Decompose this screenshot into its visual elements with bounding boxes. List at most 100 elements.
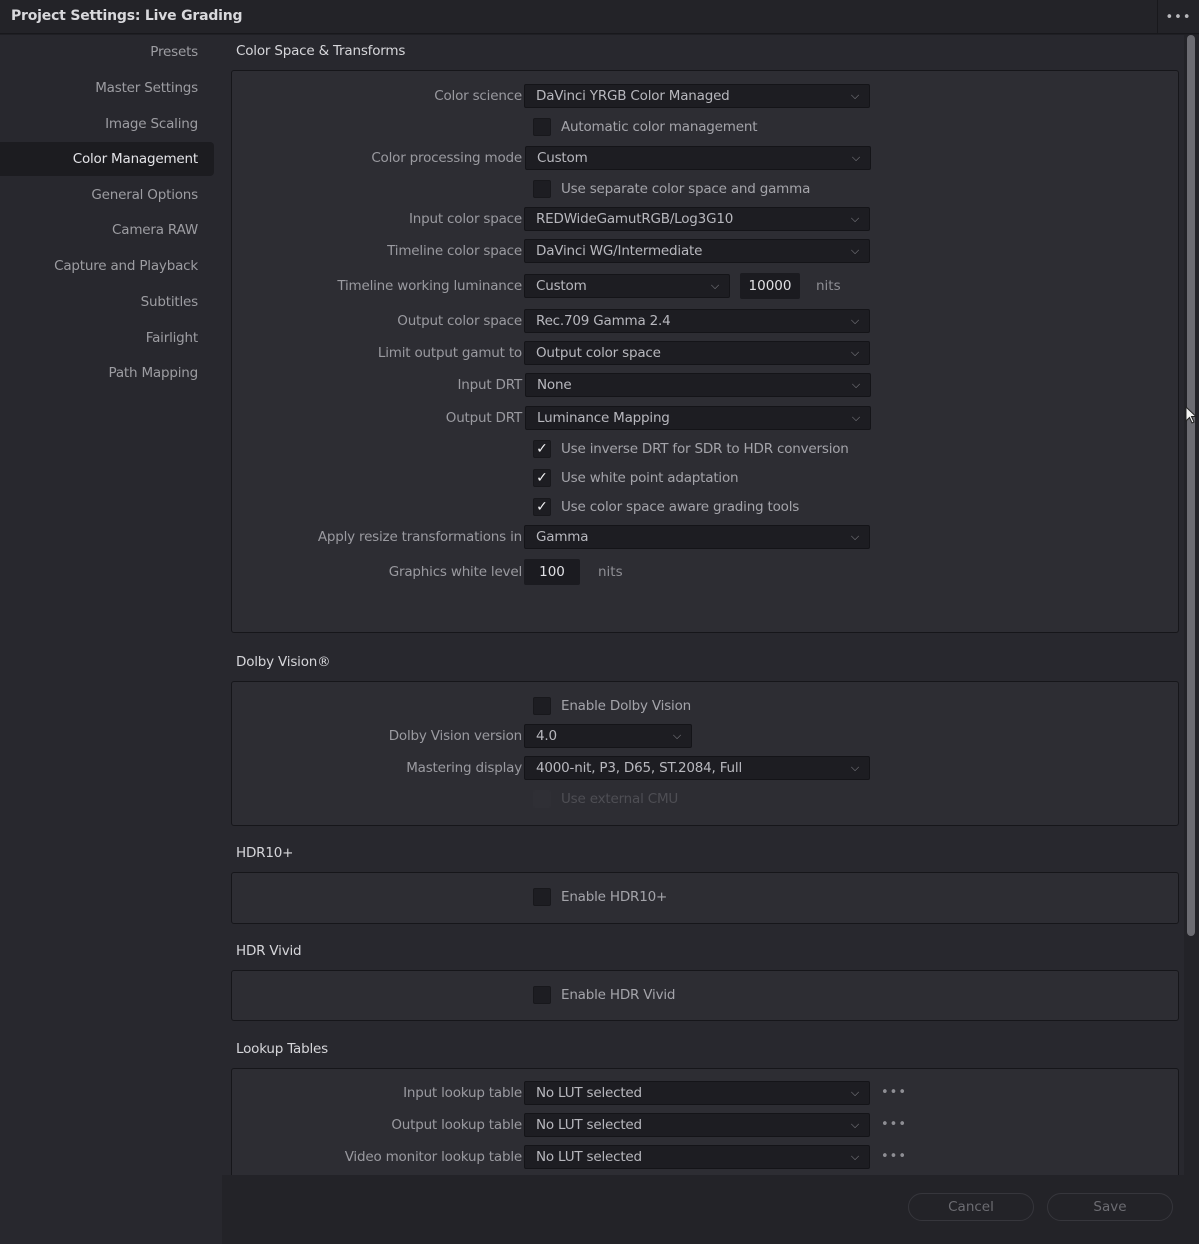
title-bar: Project Settings: Live Grading ••• — [0, 0, 1199, 34]
sidebar-item-color-management[interactable]: Color Management — [0, 142, 214, 176]
checkmark-icon: ✓ — [536, 470, 548, 486]
section-title-hdr-vivid: HDR Vivid — [236, 943, 302, 959]
output-color-space-value: Rec.709 Gamma 2.4 — [536, 313, 671, 329]
ellipsis-icon: ••• — [881, 1085, 908, 1100]
sidebar-item-general-options[interactable]: General Options — [0, 178, 214, 212]
sidebar-item-subtitles[interactable]: Subtitles — [0, 285, 214, 319]
timeline-luminance-dropdown[interactable]: Custom ⌵ — [524, 274, 730, 298]
resize-transform-dropdown[interactable]: Gamma ⌵ — [524, 525, 870, 549]
timeline-luminance-value: Custom — [536, 278, 587, 294]
sidebar-item-path-mapping[interactable]: Path Mapping — [0, 356, 214, 390]
color-space-panel: Color science DaVinci YRGB Color Managed… — [231, 70, 1179, 633]
sidebar-item-capture-playback[interactable]: Capture and Playback — [0, 249, 214, 283]
chevron-down-icon: ⌵ — [850, 1150, 859, 1163]
checkbox-label: Enable HDR Vivid — [561, 987, 676, 1003]
input-drt-value: None — [537, 377, 572, 393]
sidebar-item-image-scaling[interactable]: Image Scaling — [0, 107, 214, 141]
chevron-down-icon: ⌵ — [850, 346, 859, 359]
section-title-lookup-tables: Lookup Tables — [236, 1041, 328, 1057]
output-color-space-dropdown[interactable]: Rec.709 Gamma 2.4 ⌵ — [524, 309, 870, 333]
separate-space-gamma-checkbox[interactable]: Use separate color space and gamma — [533, 179, 810, 199]
checkbox-label: Automatic color management — [561, 119, 758, 135]
mouse-pointer-icon — [1185, 406, 1197, 424]
aware-grading-tools-checkbox[interactable]: ✓ Use color space aware grading tools — [533, 497, 799, 517]
dolby-version-label: Dolby Vision version — [388, 728, 522, 744]
sidebar-item-master-settings[interactable]: Master Settings — [0, 71, 214, 105]
lookup-tables-panel: Input lookup table No LUT selected ⌵ •••… — [231, 1068, 1179, 1175]
sidebar-item-fairlight[interactable]: Fairlight — [0, 321, 214, 355]
graphics-white-label: Graphics white level — [388, 564, 522, 580]
color-science-dropdown[interactable]: DaVinci YRGB Color Managed ⌵ — [524, 84, 870, 108]
output-drt-label: Output DRT — [445, 410, 522, 426]
chevron-down-icon: ⌵ — [850, 1118, 859, 1131]
settings-content: Color Space & Transforms Color science D… — [222, 35, 1184, 1175]
external-cmu-checkbox: Use external CMU — [533, 789, 678, 809]
processing-mode-dropdown[interactable]: Custom ⌵ — [525, 146, 871, 170]
checkbox-box — [533, 888, 551, 906]
checkbox-label: Use white point adaptation — [561, 470, 739, 486]
scrollbar-thumb[interactable] — [1187, 35, 1195, 936]
input-drt-dropdown[interactable]: None ⌵ — [525, 373, 871, 397]
timeline-color-space-label: Timeline color space — [387, 243, 522, 259]
checkmark-icon: ✓ — [536, 441, 548, 457]
output-color-space-label: Output color space — [397, 313, 522, 329]
ellipsis-icon: ••• — [881, 1149, 908, 1164]
input-lut-more-button[interactable]: ••• — [881, 1085, 907, 1100]
nits-unit-label: nits — [816, 278, 841, 294]
timeline-luminance-label: Timeline working luminance — [337, 278, 522, 294]
dolby-vision-panel: Enable Dolby Vision Dolby Vision version… — [231, 681, 1179, 826]
monitor-lut-dropdown[interactable]: No LUT selected ⌵ — [524, 1145, 870, 1169]
checkbox-box: ✓ — [533, 498, 551, 516]
input-lut-label: Input lookup table — [403, 1085, 522, 1101]
checkbox-box — [533, 790, 551, 808]
automatic-color-management-checkbox[interactable]: Automatic color management — [533, 117, 757, 137]
processing-mode-value: Custom — [537, 150, 588, 166]
timeline-color-space-dropdown[interactable]: DaVinci WG/Intermediate ⌵ — [524, 239, 870, 263]
chevron-down-icon: ⌵ — [850, 761, 859, 774]
checkbox-label: Use color space aware grading tools — [561, 499, 800, 515]
limit-gamut-dropdown[interactable]: Output color space ⌵ — [524, 341, 870, 365]
output-lut-more-button[interactable]: ••• — [881, 1117, 907, 1132]
enable-hdr-vivid-checkbox[interactable]: Enable HDR Vivid — [533, 985, 675, 1005]
section-title-hdr10: HDR10+ — [236, 845, 294, 861]
enable-dolby-vision-checkbox[interactable]: Enable Dolby Vision — [533, 696, 691, 716]
timeline-luminance-nits-input[interactable]: 10000 — [740, 273, 800, 299]
hdr-vivid-panel: Enable HDR Vivid — [231, 970, 1179, 1021]
vertical-scrollbar[interactable] — [1184, 35, 1199, 1175]
input-color-space-dropdown[interactable]: REDWideGamutRGB/Log3G10 ⌵ — [524, 207, 870, 231]
color-science-value: DaVinci YRGB Color Managed — [536, 88, 730, 104]
monitor-lut-more-button[interactable]: ••• — [881, 1149, 907, 1164]
sidebar-item-camera-raw[interactable]: Camera RAW — [0, 213, 214, 247]
output-lut-dropdown[interactable]: No LUT selected ⌵ — [524, 1113, 870, 1137]
mastering-display-dropdown[interactable]: 4000-nit, P3, D65, ST.2084, Full ⌵ — [524, 756, 870, 780]
inverse-drt-checkbox[interactable]: ✓ Use inverse DRT for SDR to HDR convers… — [533, 439, 849, 459]
checkbox-label: Use separate color space and gamma — [561, 181, 811, 197]
chevron-down-icon: ⌵ — [850, 89, 859, 102]
limit-gamut-value: Output color space — [536, 345, 661, 361]
monitor-lut-value: No LUT selected — [536, 1149, 642, 1165]
resize-transform-label: Apply resize transformations in — [317, 529, 522, 545]
limit-gamut-label: Limit output gamut to — [377, 345, 522, 361]
checkbox-box — [533, 180, 551, 198]
dolby-version-dropdown[interactable]: 4.0 ⌵ — [524, 724, 692, 748]
output-drt-dropdown[interactable]: Luminance Mapping ⌵ — [525, 406, 871, 430]
white-point-adaptation-checkbox[interactable]: ✓ Use white point adaptation — [533, 468, 739, 488]
save-button[interactable]: Save — [1047, 1193, 1173, 1221]
dolby-version-value: 4.0 — [536, 728, 557, 744]
section-title-dolby-vision: Dolby Vision® — [236, 654, 331, 670]
chevron-down-icon: ⌵ — [850, 212, 859, 225]
cancel-button[interactable]: Cancel — [908, 1193, 1034, 1221]
ellipsis-icon: ••• — [1165, 9, 1192, 25]
graphics-white-input[interactable]: 100 — [524, 559, 580, 585]
hdr10-panel: Enable HDR10+ — [231, 872, 1179, 924]
dialog-footer: Cancel Save — [222, 1175, 1199, 1244]
checkbox-box: ✓ — [533, 440, 551, 458]
ellipsis-icon: ••• — [881, 1117, 908, 1132]
sidebar-item-presets[interactable]: Presets — [0, 35, 214, 69]
mastering-display-label: Mastering display — [406, 760, 522, 776]
monitor-lut-label: Video monitor lookup table — [344, 1149, 523, 1165]
color-science-label: Color science — [434, 88, 522, 104]
enable-hdr10-checkbox[interactable]: Enable HDR10+ — [533, 887, 667, 907]
input-lut-dropdown[interactable]: No LUT selected ⌵ — [524, 1081, 870, 1105]
options-menu-button[interactable]: ••• — [1157, 0, 1199, 34]
